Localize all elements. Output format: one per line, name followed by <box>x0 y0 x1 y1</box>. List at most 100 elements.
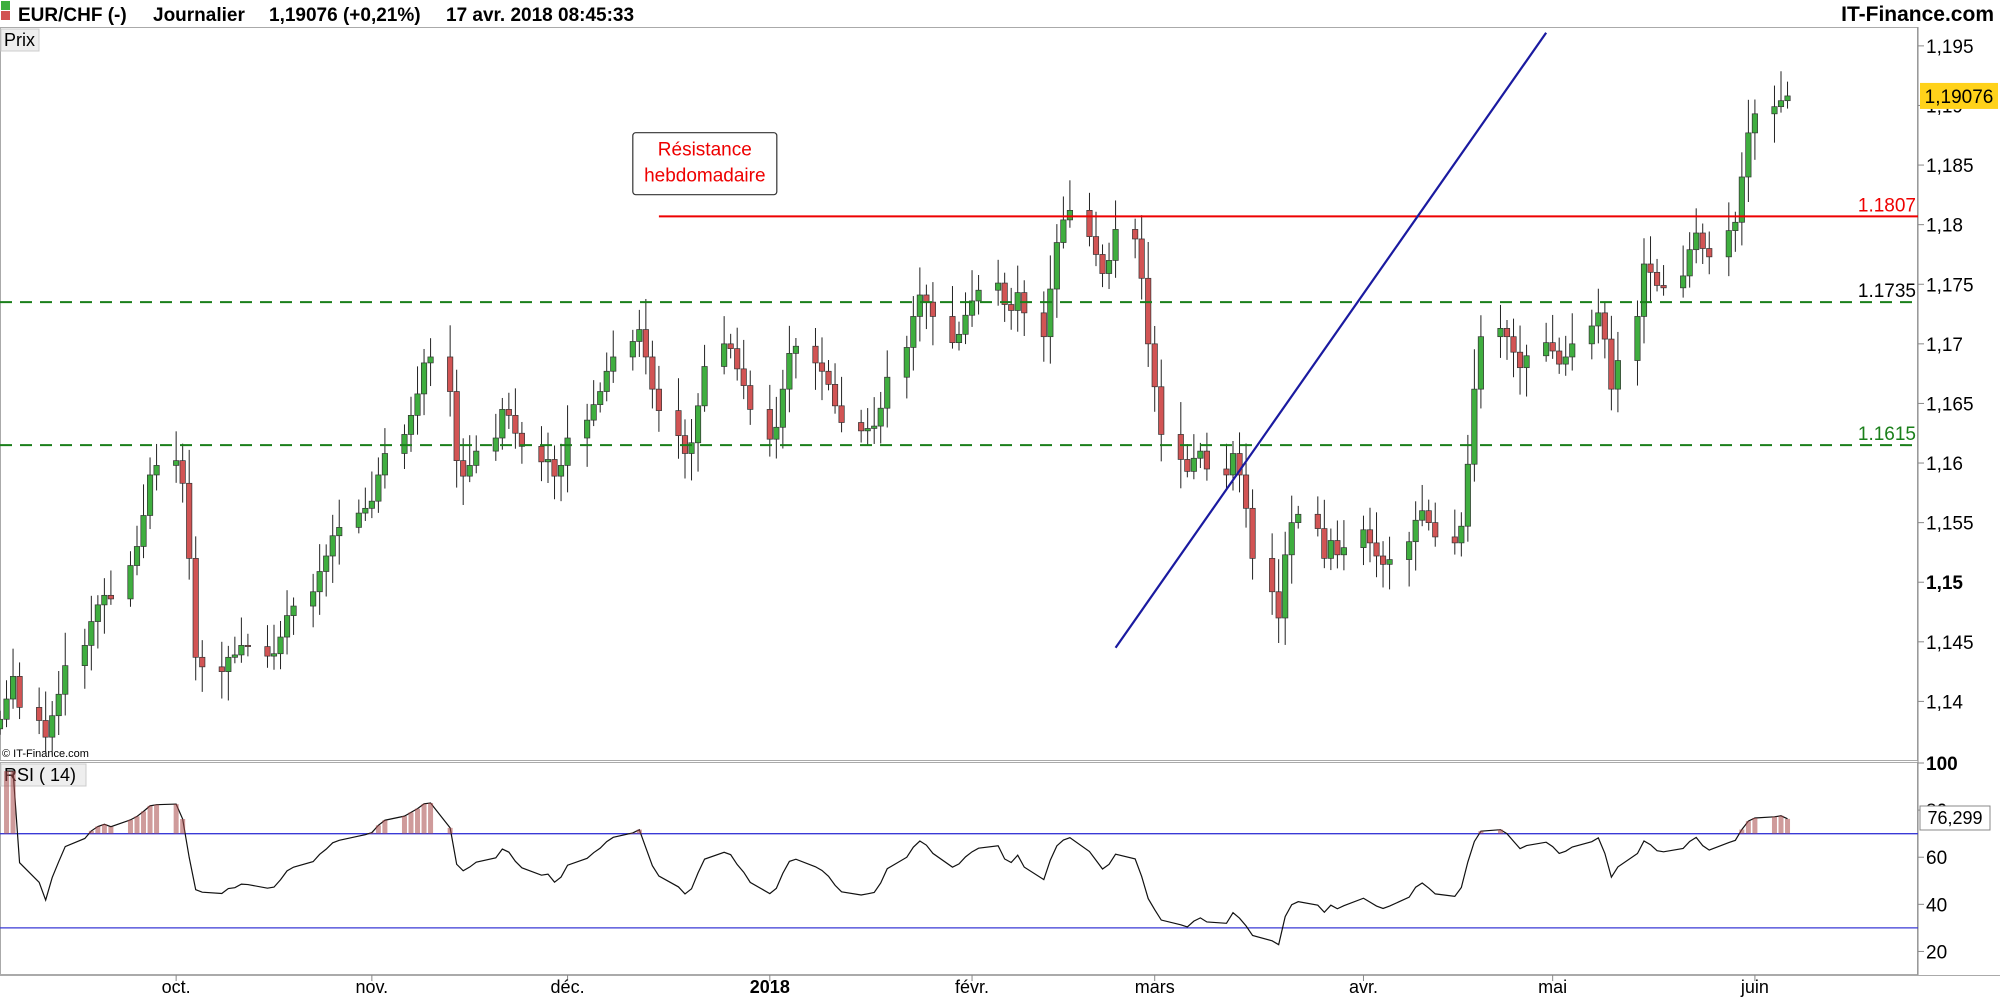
x-tick-label: avr. <box>1349 977 1378 997</box>
price-tick-label: 1,175 <box>1926 275 1974 296</box>
candle-body <box>88 621 95 646</box>
candle-body <box>871 425 878 429</box>
candle-body <box>792 345 799 354</box>
candle-body <box>825 370 832 385</box>
candle-body <box>473 450 480 466</box>
candle-body <box>1373 542 1380 557</box>
candle-body <box>49 715 56 738</box>
candle-body <box>316 571 323 593</box>
rsi-tick-label: 100 <box>1926 754 1958 775</box>
candle-body <box>1008 304 1015 311</box>
candle-body <box>55 693 62 717</box>
candle-body <box>1190 457 1197 472</box>
datetime-label: 17 avr. 2018 08:45:33 <box>446 5 634 26</box>
candle-body <box>1458 525 1465 544</box>
candle-body <box>1014 292 1021 311</box>
candle-body <box>603 370 610 392</box>
candle-body <box>584 419 591 439</box>
candle-body <box>675 410 682 436</box>
candle-body <box>1432 522 1439 538</box>
x-tick-label: déc. <box>551 977 585 997</box>
candle-body <box>694 405 702 444</box>
candle-body <box>949 316 956 344</box>
candle-body <box>864 428 871 432</box>
candle-body <box>1086 210 1093 237</box>
x-tick-label: oct. <box>162 977 191 997</box>
candle-body <box>218 666 225 672</box>
level-label: 1.1735 <box>1858 281 1916 302</box>
candle-body <box>1595 312 1602 327</box>
candle-body <box>1327 540 1334 559</box>
candle-body <box>1060 219 1067 243</box>
candle-body <box>362 507 369 514</box>
candle-body <box>1412 519 1419 543</box>
candle-body <box>1314 513 1321 529</box>
candle-body <box>270 653 278 657</box>
candle-body <box>192 558 199 658</box>
candle-body <box>1386 559 1393 565</box>
candle-body <box>36 707 43 721</box>
candle-body <box>1092 236 1100 255</box>
candle-body <box>1647 263 1654 273</box>
candle-body <box>1047 288 1054 338</box>
candle-body <box>929 301 936 317</box>
candle-body <box>747 385 754 410</box>
candle-body <box>16 676 23 708</box>
candle-body <box>414 393 421 416</box>
candle-body <box>1784 95 1791 102</box>
price-tick-label: 1,16 <box>1926 454 1963 475</box>
candle-body <box>460 460 467 477</box>
candle-body <box>375 474 382 502</box>
candle-body <box>1503 328 1511 338</box>
chart-canvas: EUR/CHF (-) Journalier 1,19076 (+0,21%) … <box>0 0 2000 1000</box>
candle-body <box>786 353 793 390</box>
candle-body <box>1132 229 1139 240</box>
candle-body <box>1751 113 1758 134</box>
candle-body <box>734 348 741 370</box>
candle-body <box>1686 249 1693 277</box>
candle-body <box>1660 285 1667 289</box>
candle-body <box>81 645 88 667</box>
candle-body <box>1614 360 1621 390</box>
candle-body <box>1777 100 1785 108</box>
price-tick-label: 1,15 <box>1926 573 1963 594</box>
candle-body <box>1099 254 1106 274</box>
candle-body <box>453 391 460 461</box>
price-tick-label: 1,185 <box>1926 156 1974 177</box>
candle-body <box>877 407 884 427</box>
candle-body <box>505 409 512 416</box>
price-tick-label: 1,18 <box>1926 216 1963 237</box>
x-tick-label: juin <box>1740 977 1769 997</box>
candle-body <box>1653 271 1661 286</box>
candle-body <box>1040 312 1047 338</box>
candle-body <box>923 294 930 303</box>
brand-label: IT-Finance.com <box>1841 3 1994 26</box>
candle-body <box>499 409 506 439</box>
candle-body <box>727 343 734 349</box>
candle-body <box>1269 558 1276 593</box>
candle-body <box>610 356 617 372</box>
candle-body <box>264 646 271 657</box>
candle-body <box>1745 132 1752 178</box>
candle-icon <box>1 1 10 10</box>
price-panel-label: Prix <box>0 28 40 52</box>
candle-body <box>42 720 49 738</box>
candle-body <box>173 460 180 466</box>
price-tick-label: 1,145 <box>1926 633 1974 654</box>
candle-body <box>1601 312 1608 340</box>
candle-body <box>1288 522 1295 556</box>
last-price-marker: 1,19076 <box>1920 82 1998 109</box>
candle-icon-down <box>1 11 10 20</box>
candle-body <box>1680 275 1687 289</box>
candle-body <box>1275 591 1282 619</box>
candle-body <box>916 294 923 317</box>
candle-body <box>1425 510 1432 523</box>
candle-body <box>231 654 238 658</box>
candle-body <box>107 594 114 600</box>
candle-body <box>1693 232 1700 251</box>
candle-body <box>721 343 728 367</box>
candle-body <box>94 604 101 622</box>
candle-body <box>636 329 643 342</box>
candle-body <box>955 333 963 344</box>
candle-body <box>447 356 454 392</box>
